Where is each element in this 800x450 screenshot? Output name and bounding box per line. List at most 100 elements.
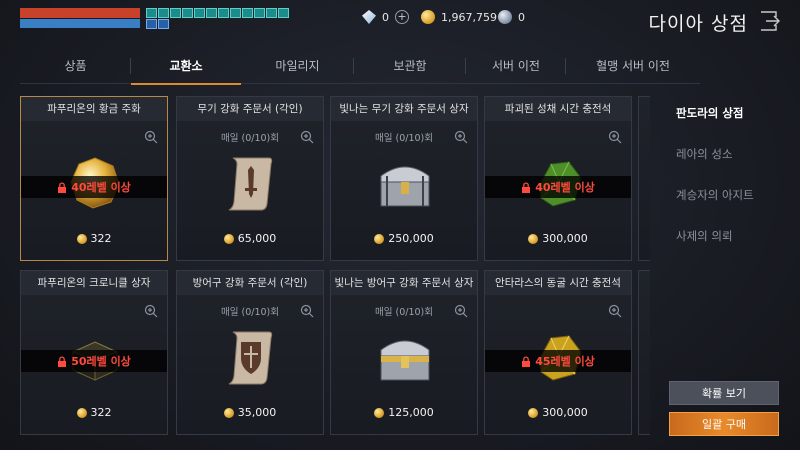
- moonstone-currency: 0: [498, 10, 525, 24]
- bulk-buy-button[interactable]: 일괄 구매: [669, 412, 779, 436]
- buff-icon: [146, 8, 157, 18]
- item-title: 안타라스의 동굴 시간 충전석: [485, 271, 631, 295]
- zoom-icon[interactable]: [300, 130, 314, 144]
- level-requirement: 40레벨 이상: [535, 181, 595, 194]
- zoom-icon[interactable]: [608, 304, 622, 318]
- item-card[interactable]: 파푸리온의 황금 주화 40레벨 이상 322: [20, 96, 168, 261]
- item-card[interactable]: 빛나는 방어구 강화 주문서 상자 매일 (0/10)회 125,000: [330, 270, 478, 435]
- silver-chest-icon: [380, 166, 430, 207]
- price-value: 250,000: [388, 232, 434, 245]
- top-bar: 0 + 1,967,759 0 다이아 상점: [0, 0, 800, 48]
- price-value: 300,000: [542, 406, 588, 419]
- price-value: 125,000: [388, 406, 434, 419]
- item-card[interactable]: 무기 강화 주문서 (각인) 매일 (0/10)회 65,000: [176, 96, 324, 261]
- gold-chest-icon: [380, 340, 430, 381]
- buff-icon: [218, 8, 229, 18]
- gold-count: 1,967,759: [441, 10, 497, 24]
- buff-icon: [242, 8, 253, 18]
- price-value: 322: [90, 232, 112, 245]
- zoom-icon[interactable]: [144, 130, 158, 144]
- tab-clan-server-transfer[interactable]: 혈맹 서버 이전: [566, 48, 700, 84]
- tab-bar: 상품 교환소 마일리지 보관함 서버 이전 혈맹 서버 이전: [20, 48, 700, 85]
- item-card[interactable]: 파푸리온의 크로니클 상자 50레벨 이상 322: [20, 270, 168, 435]
- price-value: 65,000: [237, 232, 277, 245]
- side-item-rhea-sanctuary[interactable]: 레아의 성소: [676, 141, 786, 182]
- add-diamond-button[interactable]: +: [395, 10, 409, 24]
- item-price: 322: [21, 406, 167, 419]
- buff-icon: [194, 8, 205, 18]
- level-requirement: 45레벨 이상: [535, 355, 595, 368]
- weapon-scroll-icon: [228, 157, 273, 211]
- level-lock-banner: 40레벨 이상: [485, 176, 631, 198]
- zoom-icon[interactable]: [454, 130, 468, 144]
- item-card[interactable]: 안타라스의 동굴 시간 충전석 45레벨 이상 300,000: [484, 270, 632, 435]
- tab-mileage[interactable]: 마일리지: [241, 48, 354, 84]
- tab-storage[interactable]: 보관함: [354, 48, 466, 84]
- lock-icon: [522, 355, 531, 367]
- exit-icon[interactable]: [758, 10, 780, 32]
- tab-label: 서버 이전: [492, 59, 540, 73]
- item-price: 300,000: [485, 406, 631, 419]
- tab-exchange[interactable]: 교환소: [131, 48, 241, 85]
- buff-icon: [206, 8, 217, 18]
- buff-icon: [254, 8, 265, 18]
- price-value: 300,000: [542, 232, 588, 245]
- price-value: 322: [90, 406, 112, 419]
- item-title: 방어구 강화 주문서 (각인): [177, 271, 323, 295]
- item-card[interactable]: 파괴된 성채 시간 충전석 40레벨 이상 300,000: [484, 96, 632, 261]
- diamond-icon: [362, 10, 376, 24]
- level-lock-banner: 45레벨 이상: [485, 350, 631, 372]
- item-title: 파푸리온의 황금 주화: [21, 97, 167, 121]
- side-item-successor-hideout[interactable]: 계승자의 아지트: [676, 182, 786, 223]
- tab-products[interactable]: 상품: [20, 48, 131, 84]
- gold-coin-icon: [528, 407, 539, 418]
- buff-icon: [278, 8, 289, 18]
- page-title: 다이아 상점: [648, 13, 748, 35]
- hp-bar: [20, 8, 140, 18]
- moonstone-icon: [498, 10, 512, 24]
- lock-icon: [58, 355, 67, 367]
- level-requirement: 50레벨 이상: [71, 355, 131, 368]
- level-requirement: 40레벨 이상: [71, 181, 131, 194]
- zoom-icon[interactable]: [144, 304, 158, 318]
- gold-coin-icon: [374, 407, 385, 418]
- gold-coin-icon: [528, 233, 539, 244]
- gold-coin-icon: [76, 233, 87, 244]
- item-card[interactable]: 방어구 강화 주문서 (각인) 매일 (0/10)회 35,000: [176, 270, 324, 435]
- armor-scroll-icon: [228, 331, 273, 385]
- gold-coin-icon: [223, 233, 234, 244]
- zoom-icon[interactable]: [608, 130, 622, 144]
- gold-currency: 1,967,759: [421, 10, 497, 24]
- item-card[interactable]: [638, 270, 650, 435]
- item-price: 125,000: [331, 406, 477, 419]
- item-title: 파괴된 성채 시간 충전석: [485, 97, 631, 121]
- item-price: 35,000: [177, 406, 323, 419]
- tab-label: 혈맹 서버 이전: [596, 59, 670, 73]
- zoom-icon[interactable]: [454, 304, 468, 318]
- buff-icon: [146, 19, 157, 29]
- tab-label: 상품: [64, 59, 87, 73]
- item-price: 250,000: [331, 232, 477, 245]
- item-price: 322: [21, 232, 167, 245]
- gold-coin-icon: [223, 407, 234, 418]
- item-card[interactable]: 빛나는 무기 강화 주문서 상자 매일 (0/10)회 250,000: [330, 96, 478, 261]
- item-grid: 파푸리온의 황금 주화 40레벨 이상 322 무기 강화 주문서 (각인) 매…: [20, 96, 650, 450]
- level-lock-banner: 50레벨 이상: [21, 350, 167, 372]
- tab-label: 교환소: [169, 59, 203, 73]
- gold-coin-icon: [421, 10, 435, 24]
- lock-icon: [522, 181, 531, 193]
- side-item-pandora-shop[interactable]: 판도라의 상점: [676, 100, 786, 141]
- price-value: 35,000: [237, 406, 277, 419]
- tab-server-transfer[interactable]: 서버 이전: [466, 48, 566, 84]
- item-card[interactable]: [638, 96, 650, 261]
- gold-coin-icon: [76, 407, 87, 418]
- probability-button[interactable]: 확률 보기: [669, 381, 779, 405]
- item-title: 무기 강화 주문서 (각인): [177, 97, 323, 121]
- zoom-icon[interactable]: [300, 304, 314, 318]
- item-price: 300,000: [485, 232, 631, 245]
- gold-coin-icon: [374, 233, 385, 244]
- side-item-priest-request[interactable]: 사제의 의뢰: [676, 223, 786, 264]
- item-title: 빛나는 방어구 강화 주문서 상자: [331, 271, 477, 295]
- buff-icon: [266, 8, 277, 18]
- diamond-currency: 0 +: [362, 10, 409, 24]
